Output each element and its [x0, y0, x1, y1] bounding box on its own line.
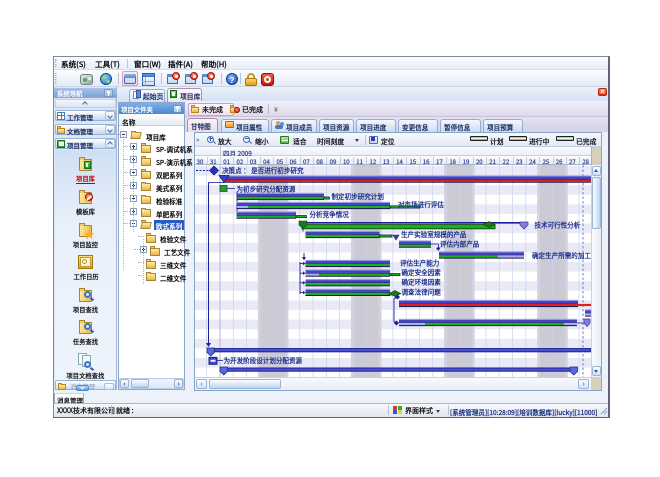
- svg-text:生产实验室规模的产品: 生产实验室规模的产品: [401, 229, 467, 239]
- svg-text:确定环境因素: 确定环境因素: [402, 277, 442, 287]
- svg-text:分析竞争情况: 分析竞争情况: [310, 209, 350, 219]
- svg-text:为初步研究分配资源: 为初步研究分配资源: [237, 184, 296, 194]
- svg-text:确定生产所需的加工: 确定生产所需的加工: [532, 250, 591, 260]
- svg-text:决策点 ： 是否进行初步研究: 决策点 ： 是否进行初步研究: [222, 165, 304, 175]
- svg-text:制定初步研究计划: 制定初步研究计划: [332, 191, 385, 201]
- svg-text:对市场进行评估: 对市场进行评估: [398, 199, 444, 209]
- svg-text:评估生产能力: 评估生产能力: [400, 257, 440, 267]
- svg-text:技术可行性分析: 技术可行性分析: [535, 219, 581, 229]
- svg-text:评估内部产品: 评估内部产品: [440, 238, 480, 248]
- svg-text:调查法律问题: 调查法律问题: [402, 286, 442, 296]
- svg-text:为开发阶段设计划分配资源: 为开发阶段设计划分配资源: [224, 355, 303, 365]
- svg-text:确定安全因素: 确定安全因素: [402, 267, 442, 277]
